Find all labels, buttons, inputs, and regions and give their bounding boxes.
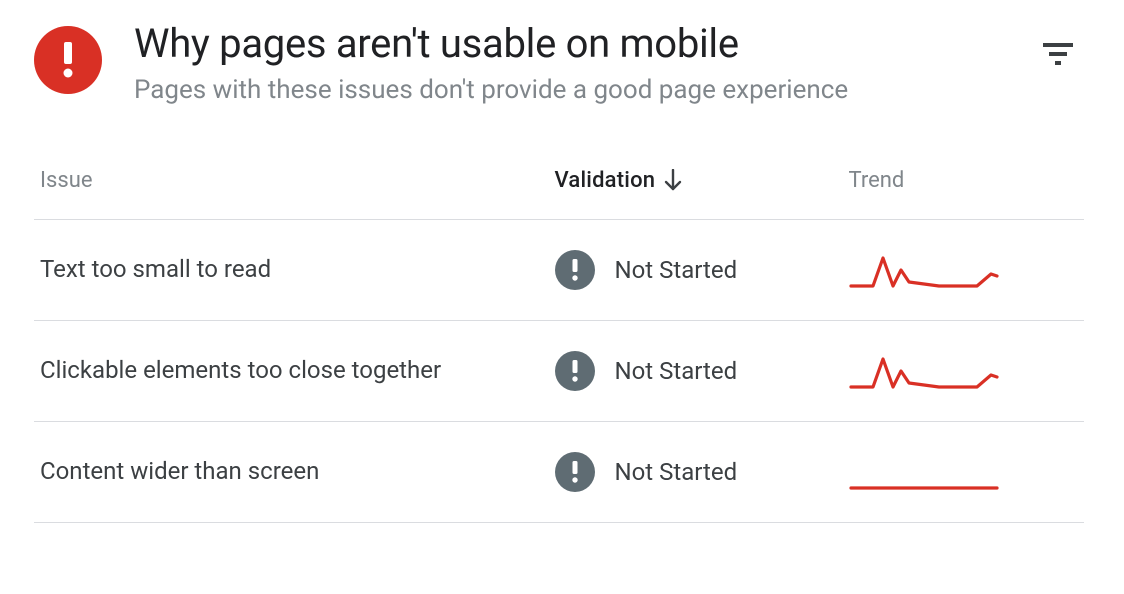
validation-cell: Not Started — [555, 351, 837, 391]
validation-cell: Not Started — [555, 452, 837, 492]
panel-header: Why pages aren't usable on mobile Pages … — [34, 20, 1084, 108]
trend-sparkline — [843, 219, 1085, 320]
validation-status: Not Started — [615, 357, 738, 385]
table-row[interactable]: Clickable elements too close together No… — [34, 320, 1084, 421]
table-row[interactable]: Text too small to read Not Started — [34, 219, 1084, 320]
issue-name: Content wider than screen — [34, 421, 549, 522]
validation-status: Not Started — [615, 458, 738, 486]
column-header-trend[interactable]: Trend — [843, 168, 1085, 220]
issue-name: Clickable elements too close together — [34, 320, 549, 421]
trend-sparkline — [843, 320, 1085, 421]
issues-table: Issue Validation Trend — [34, 168, 1084, 523]
sort-descending-icon — [663, 169, 683, 191]
validation-cell: Not Started — [555, 250, 837, 290]
table-row[interactable]: Content wider than screen Not Started — [34, 421, 1084, 522]
filter-button[interactable] — [1038, 34, 1078, 74]
not-started-icon — [555, 351, 595, 391]
not-started-icon — [555, 250, 595, 290]
filter-icon — [1043, 43, 1073, 65]
page-subtitle: Pages with these issues don't provide a … — [134, 74, 1006, 108]
trend-sparkline — [843, 421, 1085, 522]
column-header-label: Trend — [849, 168, 905, 193]
page-title: Why pages aren't usable on mobile — [134, 20, 1006, 68]
column-header-label: Issue — [40, 168, 93, 193]
validation-status: Not Started — [615, 256, 738, 284]
not-started-icon — [555, 452, 595, 492]
column-header-issue[interactable]: Issue — [34, 168, 549, 220]
error-icon — [34, 26, 102, 94]
column-header-validation[interactable]: Validation — [549, 168, 843, 220]
column-header-label: Validation — [555, 168, 656, 193]
issue-name: Text too small to read — [34, 219, 549, 320]
